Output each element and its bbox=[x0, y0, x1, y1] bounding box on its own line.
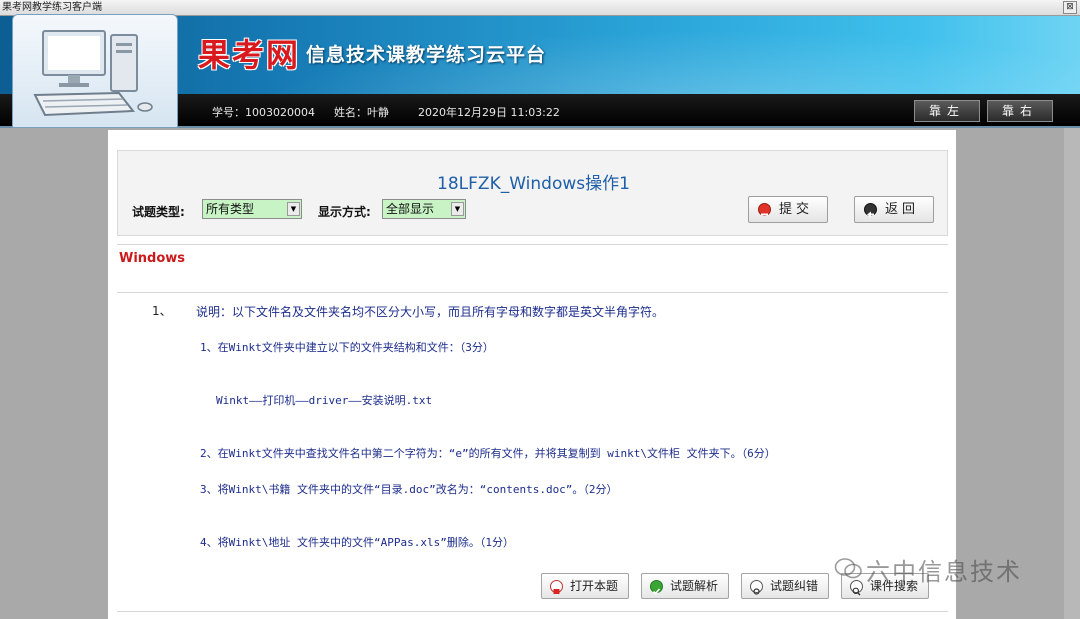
submit-icon bbox=[758, 203, 771, 216]
chevron-down-icon[interactable]: ▼ bbox=[451, 202, 464, 216]
back-button[interactable]: 返回 bbox=[854, 196, 934, 223]
divider bbox=[117, 244, 948, 245]
check-icon bbox=[650, 580, 663, 595]
open-icon bbox=[550, 580, 563, 594]
close-icon[interactable]: ⊠ bbox=[1063, 1, 1077, 14]
question-step: 3、将Winkt\书籍 文件夹中的文件“目录.doc”改名为：“contents… bbox=[200, 483, 618, 496]
question-type-label: 试题类型: bbox=[132, 205, 185, 219]
display-mode-label: 显示方式: bbox=[318, 205, 371, 219]
computer-icon bbox=[33, 30, 153, 117]
folder-structure: Winkt——打印机——driver——安装说明.txt bbox=[216, 394, 433, 407]
question-step: 1、在Winkt文件夹中建立以下的文件夹结构和文件：（3分） bbox=[200, 341, 494, 354]
submit-label: 提交 bbox=[779, 202, 814, 217]
chevron-down-icon[interactable]: ▼ bbox=[287, 202, 300, 216]
submit-button[interactable]: 提交 bbox=[748, 196, 828, 223]
brand-logo: 果考网 bbox=[198, 36, 301, 74]
analysis-button[interactable]: 试题解析 bbox=[641, 573, 729, 599]
wechat-icon bbox=[834, 558, 862, 579]
question-step: 4、将Winkt\地址 文件夹中的文件“APPas.xls”删除。（1分） bbox=[200, 536, 514, 549]
report-error-button[interactable]: 试题纠错 bbox=[741, 573, 829, 599]
analysis-label: 试题解析 bbox=[670, 579, 719, 593]
divider bbox=[117, 611, 948, 612]
feedback-icon bbox=[750, 580, 763, 595]
platform-subtitle: 信息技术课教学练习云平台 bbox=[306, 44, 547, 66]
exam-title: 18LFZK_Windows操作1 bbox=[437, 174, 630, 194]
back-arrow-icon bbox=[864, 203, 877, 218]
question-intro: 说明：以下文件名及文件夹名均不区分大小写，而且所有字母和数字都是英文半角字符。 bbox=[196, 305, 665, 319]
question-type-value: 所有类型 bbox=[206, 202, 255, 216]
current-datetime: 2020年12月29日 11:03:22 bbox=[418, 106, 560, 119]
open-question-button[interactable]: 打开本题 bbox=[541, 573, 629, 599]
window-title: 果考网教学练习客户端 bbox=[2, 2, 102, 13]
display-mode-select[interactable]: 全部显示 ▼ bbox=[382, 199, 466, 219]
student-id: 学号：1003020004 bbox=[212, 106, 315, 119]
exam-header: 18LFZK_Windows操作1 试题类型: 所有类型 ▼ 显示方式: 全部显… bbox=[117, 150, 948, 236]
exam-panel: 18LFZK_Windows操作1 试题类型: 所有类型 ▼ 显示方式: 全部显… bbox=[108, 130, 956, 619]
watermark-text: 六中信息技术 bbox=[866, 558, 1022, 586]
back-label: 返回 bbox=[885, 202, 920, 217]
dock-right-button[interactable]: 靠右 bbox=[987, 100, 1053, 122]
report-error-label: 试题纠错 bbox=[770, 579, 819, 593]
student-name: 姓名：叶静 bbox=[334, 106, 389, 119]
question-type-select[interactable]: 所有类型 ▼ bbox=[202, 199, 302, 219]
logo-computer-image bbox=[12, 14, 178, 128]
divider bbox=[117, 292, 948, 293]
display-mode-value: 全部显示 bbox=[386, 202, 435, 216]
dock-left-button[interactable]: 靠左 bbox=[914, 100, 980, 122]
question-step: 2、在Winkt文件夹中查找文件名中第二个字符为：“e”的所有文件，并将其复制到… bbox=[200, 447, 776, 460]
open-question-label: 打开本题 bbox=[570, 579, 619, 593]
section-title: Windows bbox=[119, 251, 186, 266]
right-gutter bbox=[1064, 128, 1080, 619]
question-number: 1、 bbox=[152, 304, 172, 318]
